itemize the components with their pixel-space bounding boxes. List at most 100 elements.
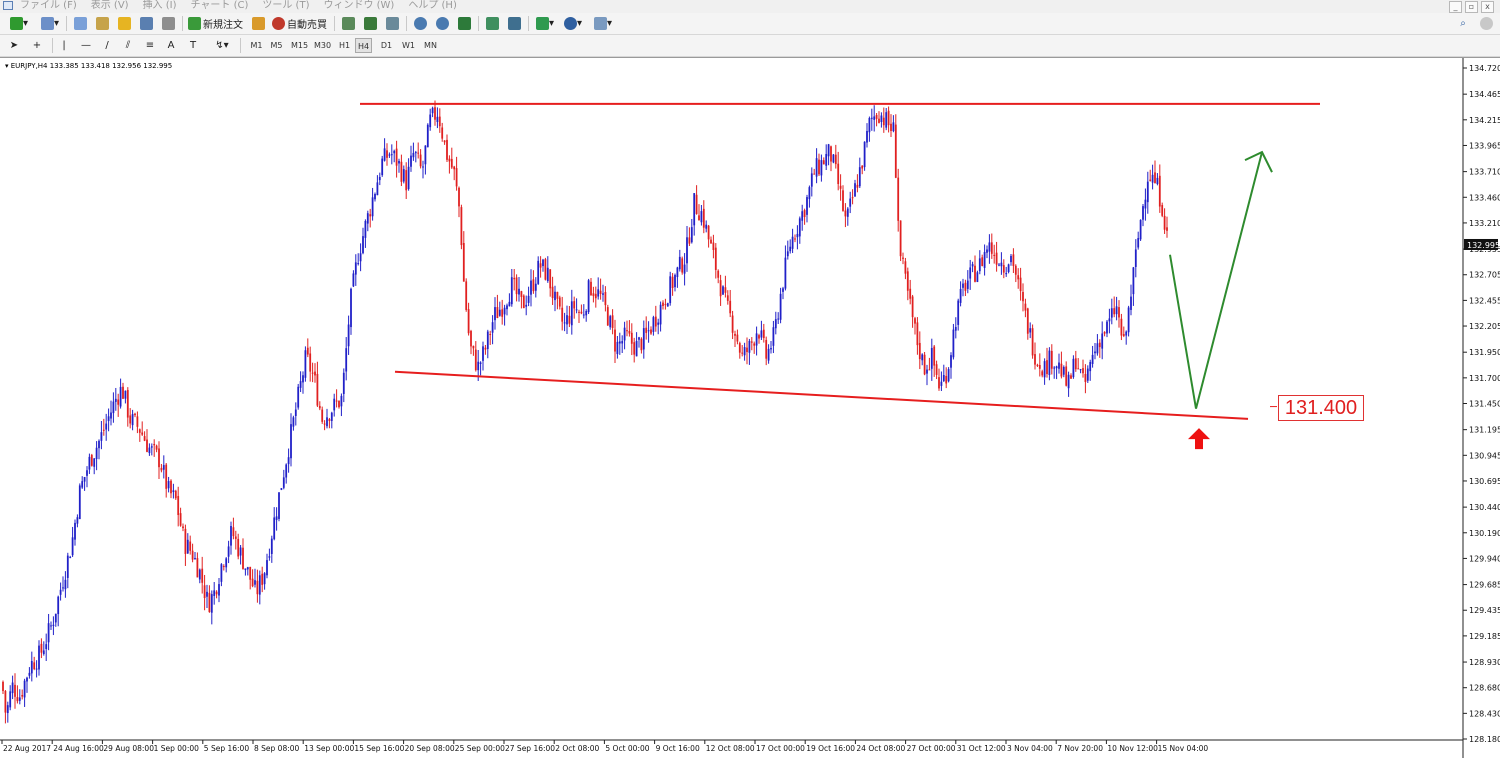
horizontal-line-icon[interactable]: — <box>78 38 94 53</box>
candle <box>1154 160 1156 184</box>
navigator-button[interactable] <box>94 16 110 31</box>
candle <box>935 360 938 380</box>
menu-item[interactable]: チャート (C) <box>191 0 249 12</box>
candle-body <box>1036 364 1039 366</box>
timeframe-d1[interactable]: D1 <box>378 38 395 53</box>
fibonacci-icon[interactable]: ≡ <box>143 38 157 53</box>
market-watch-button[interactable] <box>72 16 88 31</box>
restore-icon[interactable]: ▫ <box>1465 1 1478 13</box>
text-tool-icon[interactable]: A <box>165 38 177 53</box>
candle <box>698 204 700 221</box>
candle <box>897 168 900 232</box>
candle <box>830 145 832 172</box>
timeframe-m1[interactable]: M1 <box>248 38 265 53</box>
bar-chart-button[interactable] <box>340 16 356 31</box>
templates-button[interactable]: ▾ <box>590 16 616 31</box>
candle-body <box>558 297 561 307</box>
candle-body <box>328 419 331 421</box>
candle <box>597 277 600 300</box>
timeframe-h4[interactable]: H4 <box>355 38 372 53</box>
candle-body <box>74 522 76 540</box>
vertical-line-icon[interactable]: | <box>58 38 70 53</box>
minimize-icon[interactable]: _ <box>1449 1 1462 13</box>
candle-body <box>1082 368 1084 374</box>
metaeditor-button[interactable] <box>250 16 266 31</box>
candle-body <box>1070 375 1072 379</box>
periods-button[interactable]: ▾ <box>562 16 584 31</box>
candle <box>1149 169 1152 182</box>
candle <box>321 406 324 424</box>
candlestick-button[interactable] <box>362 16 378 31</box>
tester-button[interactable] <box>160 16 176 31</box>
candle-body <box>208 592 211 613</box>
candle-body <box>294 409 297 417</box>
candle <box>143 431 146 442</box>
data-window-button[interactable] <box>116 16 132 31</box>
candle-body <box>1017 275 1020 280</box>
timeframe-mn[interactable]: MN <box>422 38 439 53</box>
auto-scroll-button[interactable] <box>506 16 522 31</box>
menu-item[interactable]: ツール (T) <box>262 0 309 12</box>
candle-body <box>650 329 652 334</box>
candle <box>767 344 770 364</box>
indicators-button[interactable]: ▾ <box>534 16 556 31</box>
candle-body <box>1134 249 1137 267</box>
cursor-icon[interactable]: ➤ <box>8 38 20 53</box>
terminal-button[interactable] <box>138 16 154 31</box>
projection-arrow[interactable] <box>1169 151 1263 409</box>
candle <box>796 225 799 250</box>
candle-body <box>717 270 720 278</box>
new-chart-button[interactable]: ▾ <box>6 16 32 31</box>
line-chart-button[interactable] <box>384 16 400 31</box>
candle <box>419 149 422 169</box>
auto-trading-button[interactable]: 自動売買 <box>272 16 328 31</box>
candle <box>342 368 345 403</box>
candle-body <box>690 227 693 243</box>
candle <box>381 155 384 177</box>
menu-item[interactable]: 挿入 (I) <box>143 0 177 12</box>
menu-item[interactable]: ファイル (F) <box>20 0 77 12</box>
text-label-icon[interactable]: T <box>186 38 200 53</box>
timeframe-h1[interactable]: H1 <box>336 38 353 53</box>
crosshair-icon[interactable]: + <box>30 38 44 53</box>
candle <box>964 279 967 297</box>
search-icon[interactable]: ⌕ <box>1456 16 1470 31</box>
candle <box>966 270 969 294</box>
channel-icon[interactable]: ⫽ <box>120 38 136 53</box>
timeframe-w1[interactable]: W1 <box>400 38 417 53</box>
candle <box>551 276 554 305</box>
zoom-out-button[interactable] <box>434 16 450 31</box>
candle-body <box>105 423 108 430</box>
candle <box>981 254 984 267</box>
timeframe-m15[interactable]: M15 <box>290 38 309 53</box>
candle <box>851 189 854 205</box>
candle <box>791 228 794 254</box>
candle-body <box>472 345 475 349</box>
new-order-button[interactable]: 新規注文 <box>188 16 244 31</box>
price-tick-label: 130.440 <box>1469 503 1500 512</box>
trendline-icon[interactable]: / <box>100 38 114 53</box>
chat-icon[interactable] <box>1478 16 1494 31</box>
arrows-tool-icon[interactable]: ↯▾ <box>210 38 234 53</box>
price-chart[interactable]: 134.720 134.465 134.215 133.965 133.710 133.4… <box>0 58 1500 758</box>
candle <box>386 143 388 166</box>
close-icon[interactable]: x <box>1481 1 1494 13</box>
tile-windows-button[interactable] <box>456 16 472 31</box>
profiles-button[interactable]: ▾ <box>37 16 63 31</box>
menu-item[interactable]: ウィンドウ (W) <box>323 0 394 12</box>
candle <box>899 220 902 262</box>
zoom-in-button[interactable] <box>412 16 428 31</box>
timeframe-m5[interactable]: M5 <box>268 38 285 53</box>
menu-item[interactable]: ヘルプ (H) <box>408 0 457 12</box>
support-line[interactable] <box>394 370 1249 420</box>
chart-window[interactable]: 134.720 134.465 134.215 133.965 133.710 133.4… <box>0 57 1500 758</box>
candle-body <box>1050 350 1053 369</box>
candle-body <box>453 166 456 170</box>
candle <box>23 678 26 707</box>
candle-body <box>954 326 957 331</box>
candle-body <box>882 117 885 126</box>
menu-item[interactable]: 表示 (V) <box>91 0 129 12</box>
chart-shift-button[interactable] <box>484 16 500 31</box>
price-tick-label: 133.460 <box>1469 193 1500 202</box>
timeframe-m30[interactable]: M30 <box>313 38 332 53</box>
